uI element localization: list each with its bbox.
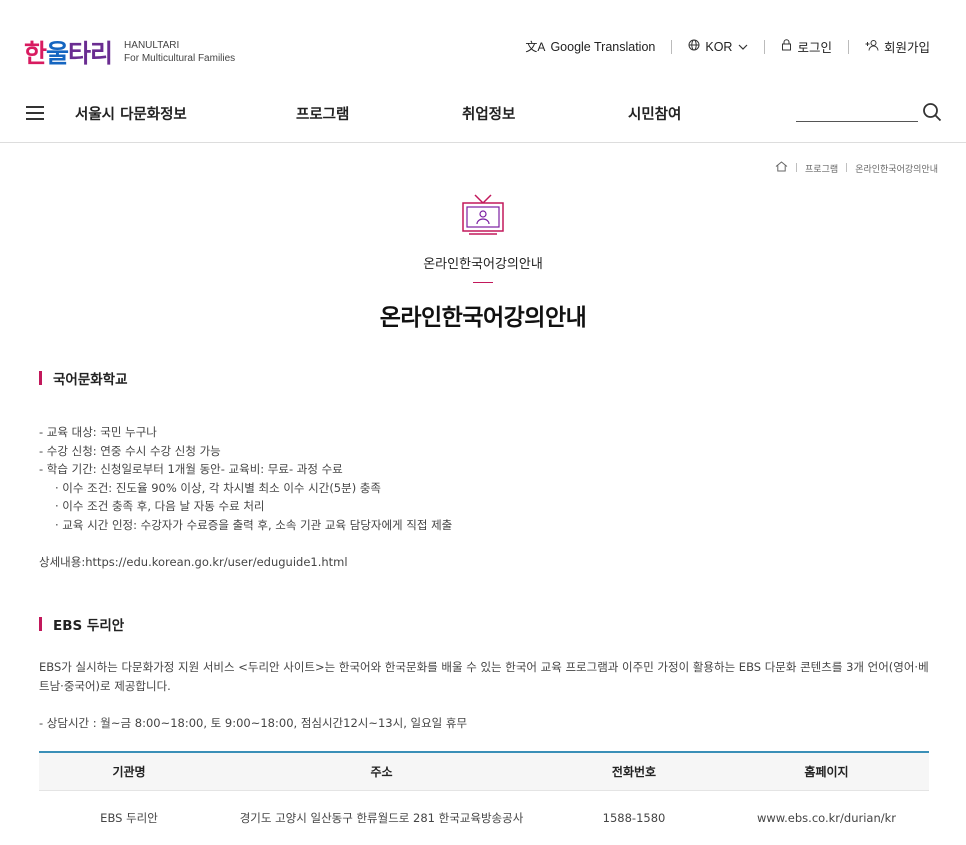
column-header: 주소 — [219, 751, 544, 790]
ebs-description: EBS가 실시하는 다문화가정 지원 서비스 <두리안 사이트>는 한국어와 한… — [39, 660, 929, 693]
divider — [671, 39, 673, 54]
column-header: 전화번호 — [544, 751, 724, 790]
section1-details: - 교육 대상: 국민 누구나 - 수강 신청: 연중 수시 수강 신청 가능 … — [39, 423, 452, 534]
heading-bar — [39, 617, 42, 631]
lock-icon — [781, 39, 792, 54]
detail-line: - 학습 기간: 신청일로부터 1개월 동안- 교육비: 무료- 과정 수료 — [39, 462, 343, 476]
chevron-down-icon — [738, 40, 748, 54]
language-select[interactable]: KOR — [688, 39, 748, 54]
table-cell: EBS 두리안 — [39, 789, 219, 845]
nav-item-jobs[interactable]: 취업정보 — [462, 103, 515, 124]
google-translation-link[interactable]: 文A Google Translation — [525, 38, 655, 55]
page-subtitle: 온라인한국어강의안내 — [423, 257, 543, 272]
breadcrumb-separator: | — [845, 163, 849, 173]
detail-line: - 수강 신청: 연중 수시 수강 신청 가능 — [39, 443, 221, 458]
top-header: 한울타리 HANULTARI For Multicultural Familie… — [0, 0, 966, 80]
search-icon[interactable] — [922, 102, 942, 122]
section-heading-ebs-durian: EBS 두리안 — [39, 614, 124, 634]
nav-item-citizen[interactable]: 시민참여 — [628, 103, 681, 124]
search-input[interactable] — [796, 121, 918, 122]
table-cell: 1588-1580 — [544, 789, 724, 845]
translate-icon: 文A — [525, 40, 546, 54]
home-icon[interactable] — [775, 161, 788, 175]
tv-lecture-icon — [461, 193, 505, 237]
table-row: EBS 두리안 경기도 고양시 일산동구 한류월드로 281 한국교육방송공사 … — [39, 789, 929, 845]
breadcrumb-current: 온라인한국어강의안내 — [855, 164, 938, 175]
page-title: 온라인한국어강의안내 — [379, 305, 587, 331]
table-cell: 경기도 고양시 일산동구 한류월드로 281 한국교육방송공사 — [219, 789, 544, 845]
site-logo[interactable]: 한울타리 HANULTARI For Multicultural Familie… — [24, 34, 235, 70]
breadcrumb-separator: | — [794, 163, 799, 173]
homepage-link[interactable]: www.ebs.co.kr/durian/kr — [724, 789, 929, 845]
logo-korean: 한울타리 — [24, 39, 113, 68]
signup-link[interactable]: 회원가입 — [865, 37, 930, 56]
table-header-row: 기관명 주소 전화번호 홈페이지 — [39, 751, 929, 790]
breadcrumb-program[interactable]: 프로그램 — [805, 162, 838, 175]
add-user-icon — [865, 39, 879, 54]
detail-link[interactable]: 상세내용:https://edu.korean.go.kr/user/edugu… — [39, 553, 348, 572]
nav-item-program[interactable]: 프로그램 — [296, 103, 349, 124]
breadcrumb: | 프로그램 | 온라인한국어강의안내 — [775, 161, 938, 175]
column-header: 기관명 — [39, 751, 219, 790]
divider — [764, 39, 766, 54]
nav-item-multicultural-info[interactable]: 서울시 다문화정보 — [75, 103, 187, 124]
institution-table: 기관명 주소 전화번호 홈페이지 EBS 두리안 경기도 고양시 일산동구 한류… — [39, 751, 929, 845]
detail-line: · 이수 조건: 진도율 90% 이상, 각 차시별 최소 이수 시간(5분) … — [55, 480, 382, 495]
login-link[interactable]: 로그인 — [781, 37, 832, 56]
title-divider — [473, 282, 493, 283]
consult-hours: - 상담시간 : 월~금 8:00~18:00, 토 9:00~18:00, 점… — [39, 716, 468, 730]
utility-menu: 文A Google Translation KOR 로그인 회원가입 — [525, 37, 930, 56]
section-heading-korean-culture-school: 국어문화학교 — [39, 368, 128, 388]
logo-english: HANULTARI For Multicultural Families — [124, 40, 236, 64]
column-header: 홈페이지 — [724, 751, 929, 790]
menu-icon[interactable] — [26, 106, 44, 120]
detail-line: · 교육 시간 인정: 수강자가 수료증을 출력 후, 소속 기관 교육 담당자… — [55, 517, 453, 532]
globe-icon — [688, 39, 700, 54]
divider — [847, 39, 849, 54]
heading-bar — [39, 371, 42, 385]
detail-line: - 교육 대상: 국민 누구나 — [39, 425, 157, 439]
main-nav: 서울시 다문화정보 프로그램 취업정보 시민참여 — [0, 82, 966, 143]
detail-line: · 이수 조건 충족 후, 다음 날 자동 수료 처리 — [55, 499, 265, 513]
